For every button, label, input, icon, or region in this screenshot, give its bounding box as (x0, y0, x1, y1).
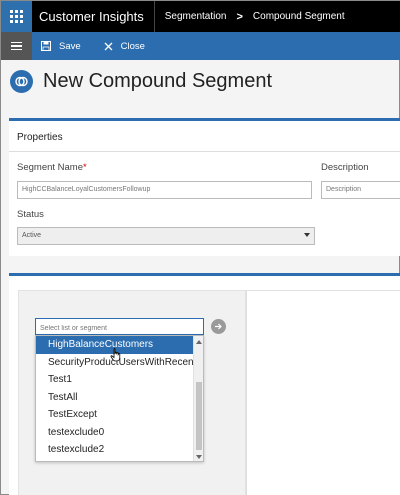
status-select[interactable]: Active (17, 227, 315, 245)
scroll-up-icon[interactable] (196, 340, 202, 344)
close-button[interactable]: Close (104, 41, 145, 52)
scrollbar-thumb[interactable] (196, 382, 202, 450)
hand-cursor-icon (110, 348, 121, 362)
dropdown-item[interactable]: testexclude0 (36, 424, 194, 442)
scroll-down-icon[interactable] (196, 455, 202, 459)
close-label: Close (120, 40, 145, 52)
segment-results-panel (246, 290, 400, 495)
dropdown-item[interactable]: Test1 (36, 371, 194, 389)
arrow-right-icon (215, 323, 222, 330)
command-bar: Save Close (1, 32, 400, 60)
save-label: Save (59, 40, 81, 52)
breadcrumb-separator: > (236, 10, 243, 23)
page-title: New Compound Segment (43, 70, 273, 92)
status-label: Status (17, 209, 44, 220)
properties-section: Properties Segment Name* HighCCBalanceLo… (9, 118, 400, 256)
dropdown-item[interactable]: TestAll (36, 389, 194, 407)
segment-search-input[interactable] (35, 318, 204, 335)
segment-name-label: Segment Name* (17, 162, 87, 173)
save-button[interactable]: Save (41, 41, 81, 52)
status-value: Active (22, 232, 42, 239)
app-launcher-button[interactable] (1, 1, 32, 32)
description-field[interactable]: Description (321, 181, 400, 199)
dropdown-item[interactable]: TestExcept (36, 406, 194, 424)
segment-name-field[interactable]: HighCCBalanceLoyalCustomersFollowup (17, 181, 312, 199)
save-icon (41, 41, 51, 51)
page-header: New Compound Segment (1, 60, 400, 103)
top-navigation-bar: Customer Insights Segmentation > Compoun… (1, 1, 400, 32)
close-icon (104, 42, 113, 50)
add-segment-button[interactable] (211, 319, 226, 334)
properties-title: Properties (9, 121, 400, 152)
segment-entity-icon (10, 70, 33, 93)
hamburger-menu-icon[interactable] (1, 32, 32, 60)
app-grid-icon (10, 10, 23, 23)
breadcrumb: Segmentation > Compound Segment (155, 11, 345, 23)
app-title[interactable]: Customer Insights (32, 1, 155, 32)
chevron-down-icon (304, 233, 310, 237)
breadcrumb-segmentation[interactable]: Segmentation (165, 11, 227, 22)
breadcrumb-compound-segment: Compound Segment (252, 11, 345, 22)
dropdown-scrollbar[interactable] (193, 336, 203, 461)
dropdown-item[interactable]: testexclude2 (36, 441, 194, 459)
description-label: Description (321, 162, 369, 173)
